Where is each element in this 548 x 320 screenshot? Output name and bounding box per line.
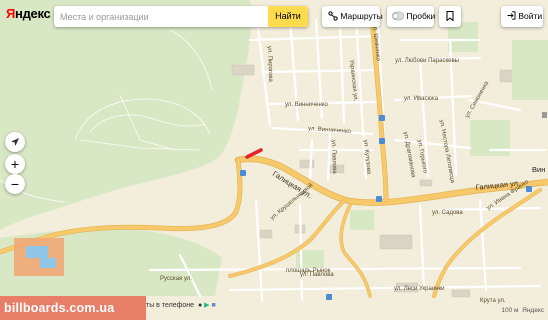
bus-stop-icon (526, 186, 532, 192)
street-label: ул. Пирогова (266, 46, 273, 83)
street-label: ул. Ивасюка (404, 96, 439, 102)
street-label: ул. Павлова (330, 140, 337, 175)
traffic-button[interactable]: Пробки (387, 6, 436, 27)
bookmark-icon (446, 10, 454, 22)
zoom-out-button[interactable]: − (5, 174, 25, 194)
promo-label: ты в телефоне (146, 302, 195, 309)
apple-icon: ● (197, 302, 203, 309)
street-label: ул. Любови Параскевы (395, 58, 459, 64)
find-button[interactable]: Найти (268, 6, 308, 27)
locate-arrow-icon (11, 138, 19, 146)
map-canvas[interactable]: Галицкая ул. Галицкая ул. Русская ул. ул… (0, 0, 548, 320)
place-label: Вин (532, 165, 545, 174)
windows-icon: ■ (211, 302, 216, 309)
bookmarks-button[interactable] (439, 6, 461, 27)
bus-stop-icon (379, 115, 385, 121)
map-footer: 100 м Яндекс (501, 307, 544, 314)
bus-stop-icon (326, 294, 332, 300)
promo-text[interactable]: ты в телефоне ● ▶ ■ (146, 301, 216, 309)
bus-stop-icon (379, 138, 385, 144)
bus-stop-icon (376, 196, 382, 202)
map-edge-marker (542, 112, 547, 118)
google-play-icon: ▶ (204, 302, 210, 309)
yandex-logo[interactable]: Яндекс (6, 6, 51, 21)
street-label: площадь Рынок (286, 268, 331, 274)
street-label: Крута ул. (480, 298, 506, 304)
scale-label: 100 м (501, 307, 519, 314)
login-button[interactable]: Войти (501, 6, 543, 27)
logo-letter: Я (6, 6, 16, 21)
watermark-text: billboards.com.ua (0, 296, 146, 320)
street-label: ул. Винниченко (285, 102, 329, 108)
routes-label: Маршруты (340, 11, 383, 21)
footer-brand: Яндекс (522, 307, 544, 314)
stadium-area (14, 238, 64, 276)
zoom-in-button[interactable]: + (5, 154, 25, 174)
street-label: Русская ул. (160, 276, 192, 282)
search-input[interactable] (54, 6, 266, 27)
bus-stop-icon (240, 170, 246, 176)
routes-button[interactable]: Маршруты (322, 6, 383, 27)
traffic-icon (392, 11, 404, 21)
login-label: Войти (518, 11, 543, 21)
street-label: ул. Садова (432, 210, 463, 216)
logo-text: ндекс (15, 6, 51, 21)
traffic-label: Пробки (406, 11, 436, 21)
locate-button[interactable] (5, 132, 25, 152)
login-icon (507, 11, 516, 20)
street-label: ул. Леси Украинки (394, 286, 444, 292)
search-box: Найти (54, 6, 308, 27)
route-icon (328, 11, 338, 21)
